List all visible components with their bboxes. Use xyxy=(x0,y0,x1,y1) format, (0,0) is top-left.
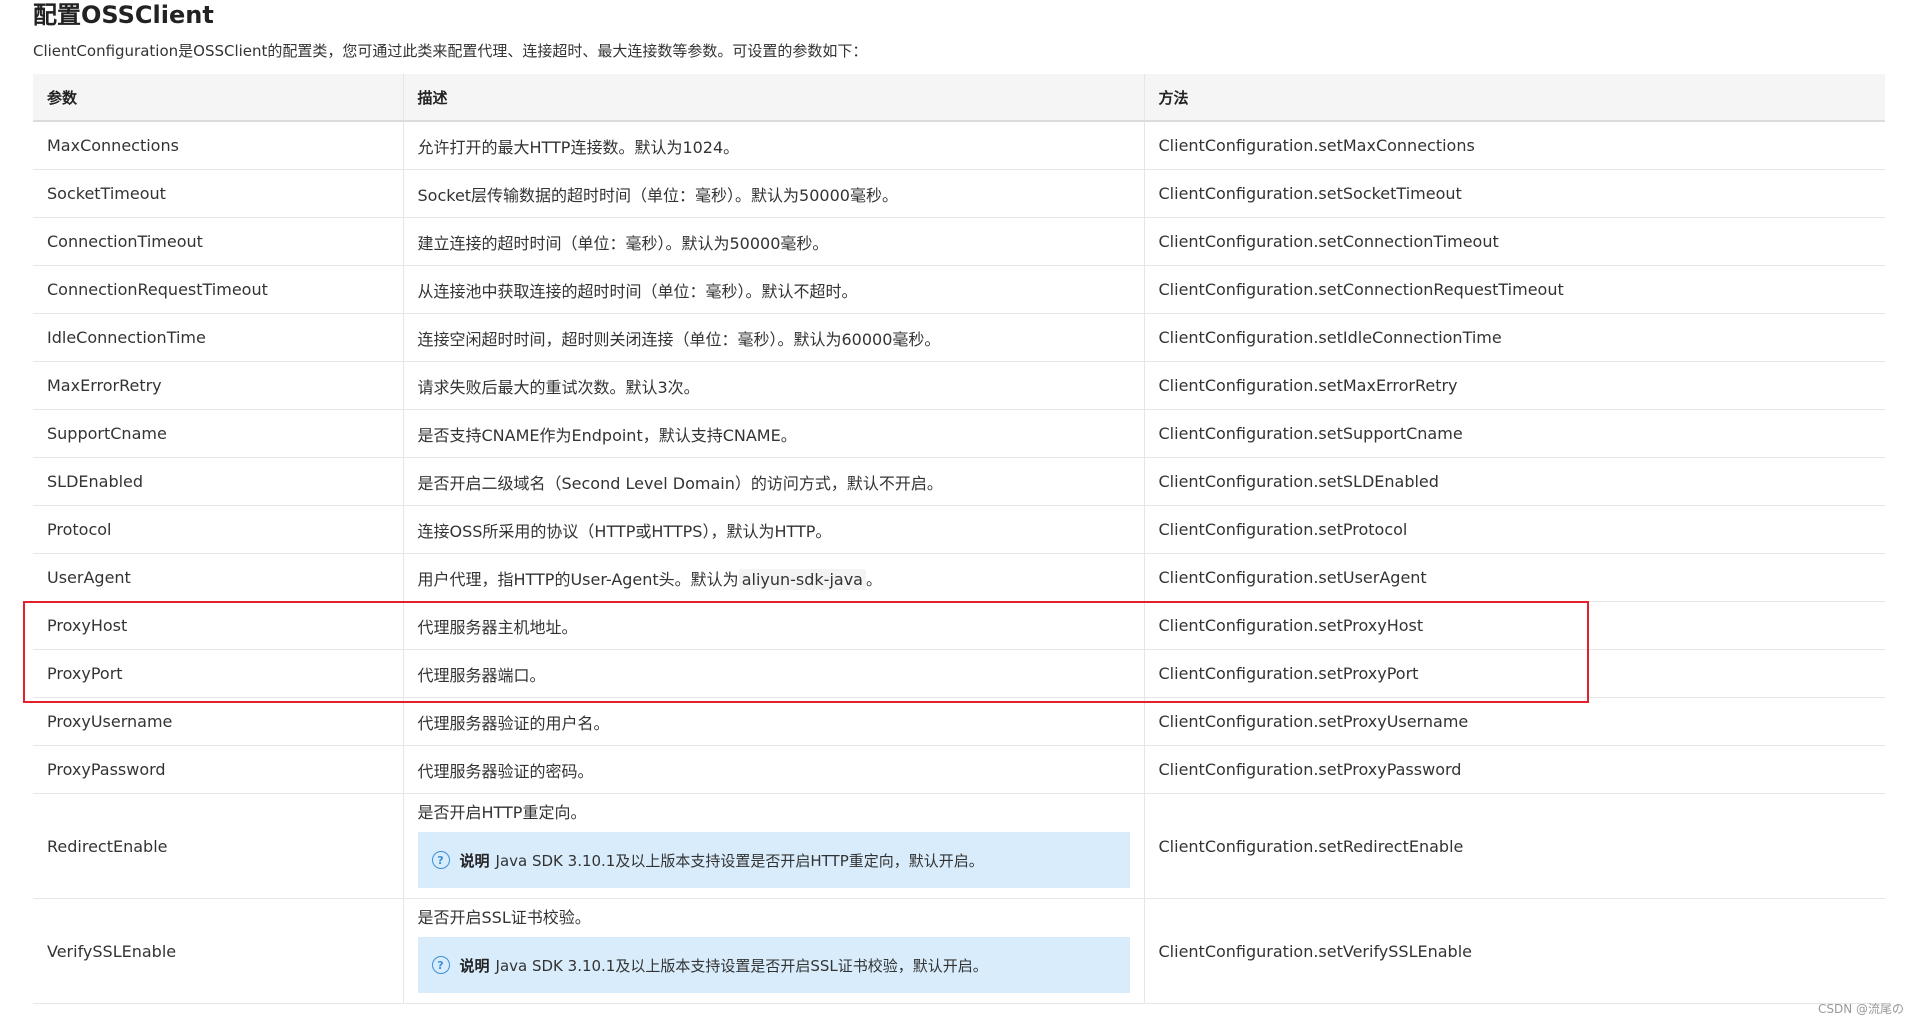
table-row: MaxConnections 允许打开的最大HTTP连接数。默认为1024。 C… xyxy=(33,121,1885,170)
table-row: Protocol 连接OSS所采用的协议（HTTP或HTTPS），默认为HTTP… xyxy=(33,505,1885,554)
method-cell: ClientConfiguration.setProxyUsername xyxy=(1143,697,1885,746)
desc-text: 用户代理，指HTTP的User-Agent头。默认为 xyxy=(417,569,739,589)
method-cell: ClientConfiguration.setProtocol xyxy=(1143,505,1885,554)
desc-cell: 连接空闲超时时间，超时则关闭连接（单位：毫秒）。默认为60000毫秒。 xyxy=(402,313,1144,362)
table-row: ProxyPort 代理服务器端口。 ClientConfiguration.s… xyxy=(33,649,1885,698)
param-cell: Protocol xyxy=(33,505,403,554)
desc-cell: Socket层传输数据的超时时间（单位：毫秒）。默认为50000毫秒。 xyxy=(402,169,1144,218)
method-cell: ClientConfiguration.setConnectionRequest… xyxy=(1143,265,1885,314)
table-row: MaxErrorRetry 请求失败后最大的重试次数。默认3次。 ClientC… xyxy=(33,361,1885,410)
param-cell: IdleConnectionTime xyxy=(33,313,403,362)
desc-cell: 代理服务器验证的用户名。 xyxy=(402,697,1144,746)
watermark: CSDN @流尾の xyxy=(1817,1002,1904,1016)
table-row: ProxyPassword 代理服务器验证的密码。 ClientConfigur… xyxy=(33,745,1885,794)
header-param: 参数 xyxy=(33,74,403,122)
method-cell: ClientConfiguration.setVerifySSLEnable xyxy=(1143,898,1885,1004)
table-header-row: 参数 描述 方法 xyxy=(33,74,1885,122)
table-row: SLDEnabled 是否开启二级域名（Second Level Domain）… xyxy=(33,457,1885,506)
table-row: ProxyHost 代理服务器主机地址。 ClientConfiguration… xyxy=(33,601,1885,650)
table-row: RedirectEnable 是否开启HTTP重定向。 ? 说明 Java SD… xyxy=(33,793,1885,899)
table-row: UserAgent 用户代理，指HTTP的User-Agent头。默认为 aliy… xyxy=(33,553,1885,602)
config-table: 参数 描述 方法 MaxConnections 允许打开的最大HTTP连接数。默… xyxy=(33,74,1885,1004)
desc-cell: 代理服务器端口。 xyxy=(402,649,1144,698)
method-cell: ClientConfiguration.setSupportCname xyxy=(1143,409,1885,458)
method-cell: ClientConfiguration.setProxyPassword xyxy=(1143,745,1885,794)
method-cell: ClientConfiguration.setProxyPort xyxy=(1143,649,1885,698)
desc-cell: 代理服务器验证的密码。 xyxy=(402,745,1144,794)
document-content: 配置OSSClient ClientConfiguration是OSSClien… xyxy=(33,0,1885,1004)
param-cell: ProxyPort xyxy=(33,649,403,698)
desc-cell: 代理服务器主机地址。 xyxy=(402,601,1144,650)
param-cell: ProxyPassword xyxy=(33,745,403,794)
param-cell: ConnectionTimeout xyxy=(33,217,403,266)
method-cell: ClientConfiguration.setMaxErrorRetry xyxy=(1143,361,1885,410)
desc-cell: 从连接池中获取连接的超时时间（单位：毫秒）。默认不超时。 xyxy=(402,265,1144,314)
note-box: ? 说明 Java SDK 3.10.1及以上版本支持设置是否开启SSL证书校验… xyxy=(417,937,1130,993)
param-cell: VerifySSLEnable xyxy=(33,898,403,1004)
table-row: ConnectionTimeout 建立连接的超时时间（单位：毫秒）。默认为50… xyxy=(33,217,1885,266)
param-cell: ProxyHost xyxy=(33,601,403,650)
desc-cell: 是否开启二级域名（Second Level Domain）的访问方式，默认不开启… xyxy=(402,457,1144,506)
note-text: Java SDK 3.10.1及以上版本支持设置是否开启HTTP重定向，默认开启… xyxy=(495,851,984,870)
header-method: 方法 xyxy=(1143,74,1885,122)
param-cell: SocketTimeout xyxy=(33,169,403,218)
param-cell: UserAgent xyxy=(33,553,403,602)
desc-text: 是否开启SSL证书校验。 xyxy=(417,908,591,927)
table-row: ConnectionRequestTimeout 从连接池中获取连接的超时时间（… xyxy=(33,265,1885,314)
table-row: SocketTimeout Socket层传输数据的超时时间（单位：毫秒）。默认… xyxy=(33,169,1885,218)
method-cell: ClientConfiguration.setRedirectEnable xyxy=(1143,793,1885,899)
desc-cell: 请求失败后最大的重试次数。默认3次。 xyxy=(402,361,1144,410)
param-cell: MaxConnections xyxy=(33,121,403,170)
help-circle-icon: ? xyxy=(431,956,450,974)
desc-cell: 允许打开的最大HTTP连接数。默认为1024。 xyxy=(402,121,1144,170)
desc-cell: 是否开启SSL证书校验。 ? 说明 Java SDK 3.10.1及以上版本支持… xyxy=(402,898,1144,1004)
help-circle-icon: ? xyxy=(431,851,450,869)
desc-cell: 连接OSS所采用的协议（HTTP或HTTPS），默认为HTTP。 xyxy=(402,505,1144,554)
param-cell: MaxErrorRetry xyxy=(33,361,403,410)
note-box: ? 说明 Java SDK 3.10.1及以上版本支持设置是否开启HTTP重定向… xyxy=(417,832,1130,888)
inline-code: aliyun-sdk-java xyxy=(738,568,866,590)
desc-text: 是否开启HTTP重定向。 xyxy=(417,803,587,822)
param-cell: ProxyUsername xyxy=(33,697,403,746)
method-cell: ClientConfiguration.setIdleConnectionTim… xyxy=(1143,313,1885,362)
desc-cell: 建立连接的超时时间（单位：毫秒）。默认为50000毫秒。 xyxy=(402,217,1144,266)
note-label: 说明 xyxy=(459,956,490,975)
method-cell: ClientConfiguration.setProxyHost xyxy=(1143,601,1885,650)
desc-cell: 是否支持CNAME作为Endpoint，默认支持CNAME。 xyxy=(402,409,1144,458)
page-title: 配置OSSClient xyxy=(33,1,214,29)
note-label: 说明 xyxy=(459,851,490,870)
method-cell: ClientConfiguration.setMaxConnections xyxy=(1143,121,1885,170)
param-cell: SupportCname xyxy=(33,409,403,458)
method-cell: ClientConfiguration.setUserAgent xyxy=(1143,553,1885,602)
header-desc: 描述 xyxy=(402,74,1144,122)
param-cell: RedirectEnable xyxy=(33,793,403,899)
method-cell: ClientConfiguration.setConnectionTimeout xyxy=(1143,217,1885,266)
param-cell: ConnectionRequestTimeout xyxy=(33,265,403,314)
param-cell: SLDEnabled xyxy=(33,457,403,506)
table-row: VerifySSLEnable 是否开启SSL证书校验。 ? 说明 Java S… xyxy=(33,898,1885,1004)
table-row: SupportCname 是否支持CNAME作为Endpoint，默认支持CNA… xyxy=(33,409,1885,458)
desc-cell: 是否开启HTTP重定向。 ? 说明 Java SDK 3.10.1及以上版本支持… xyxy=(402,793,1144,899)
method-cell: ClientConfiguration.setSLDEnabled xyxy=(1143,457,1885,506)
table-row: ProxyUsername 代理服务器验证的用户名。 ClientConfigu… xyxy=(33,697,1885,746)
desc-text: 。 xyxy=(865,569,882,589)
intro-text: ClientConfiguration是OSSClient的配置类，您可通过此类… xyxy=(33,42,868,60)
table-row: IdleConnectionTime 连接空闲超时时间，超时则关闭连接（单位：毫… xyxy=(33,313,1885,362)
method-cell: ClientConfiguration.setSocketTimeout xyxy=(1143,169,1885,218)
note-text: Java SDK 3.10.1及以上版本支持设置是否开启SSL证书校验，默认开启… xyxy=(495,956,988,975)
desc-cell: 用户代理，指HTTP的User-Agent头。默认为 aliyun-sdk-jav… xyxy=(402,553,1144,602)
